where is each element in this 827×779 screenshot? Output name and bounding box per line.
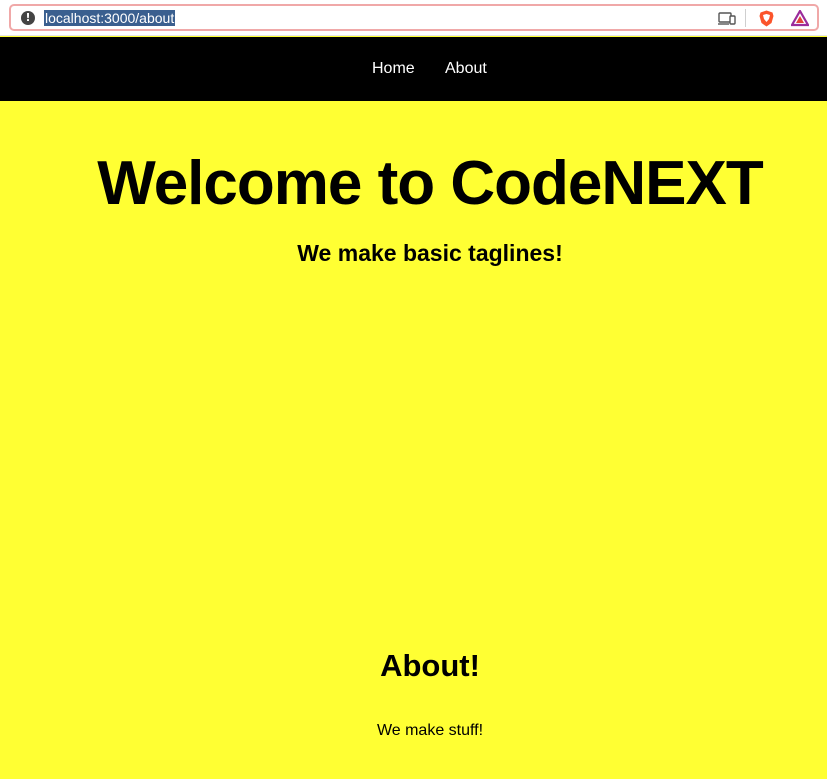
- browser-toolbar: ! localhost:3000/about: [0, 0, 827, 36]
- brave-shield-icon[interactable]: [758, 10, 775, 27]
- brave-rewards-icon[interactable]: [791, 10, 809, 27]
- info-icon[interactable]: !: [21, 11, 35, 25]
- cast-icon[interactable]: [718, 10, 736, 27]
- site-navbar: Home About: [0, 37, 827, 101]
- nav-link-home[interactable]: Home: [372, 59, 415, 79]
- address-bar[interactable]: ! localhost:3000/about: [9, 4, 819, 31]
- toolbar-separator: [745, 9, 746, 27]
- nav-link-about[interactable]: About: [445, 59, 487, 79]
- about-body-text: We make stuff!: [376, 722, 484, 739]
- hero-tagline: We make basic taglines!: [297, 240, 563, 266]
- address-bar-url[interactable]: localhost:3000/about: [44, 10, 176, 26]
- hero-title: Welcome to CodeNEXT: [97, 149, 763, 218]
- about-heading: About!: [380, 648, 480, 683]
